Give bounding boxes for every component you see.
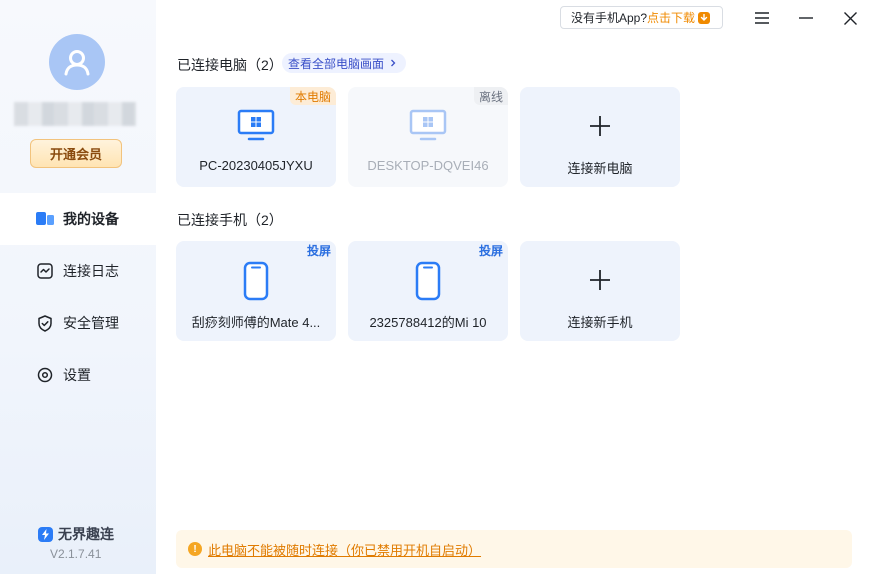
- add-phone-card[interactable]: 连接新手机: [520, 241, 680, 341]
- close-button[interactable]: [840, 8, 860, 28]
- menu-button[interactable]: [752, 8, 772, 28]
- offline-badge: 离线: [473, 87, 508, 105]
- phones-section-title: 已连接手机（2）: [177, 212, 283, 228]
- no-app-text: 没有手机App?: [571, 11, 648, 25]
- sidebar-item-label: 安全管理: [63, 315, 119, 331]
- phone-card[interactable]: 投屏 刮痧刻师傅的Mate 4...: [176, 241, 336, 341]
- monitor-icon: [237, 109, 275, 141]
- add-computer-card[interactable]: 连接新电脑: [520, 87, 680, 187]
- computer-card[interactable]: 本电脑 PC-20230405JYXU: [176, 87, 336, 187]
- download-app-link[interactable]: 没有手机App? 点击下载: [560, 6, 723, 29]
- close-icon: [843, 11, 857, 25]
- log-icon: [36, 262, 54, 280]
- plus-icon: [590, 270, 610, 290]
- phone-card[interactable]: 投屏 2325788412的Mi 10: [348, 241, 508, 341]
- phone-name: 2325788412的Mi 10: [369, 315, 487, 330]
- sidebar-nav: 我的设备 连接日志 安全管理 设置: [0, 193, 156, 401]
- sidebar-item-my-devices[interactable]: 我的设备: [0, 193, 156, 245]
- sidebar-item-label: 我的设备: [63, 211, 119, 227]
- sidebar-item-label: 连接日志: [63, 263, 119, 279]
- settings-icon: [36, 366, 54, 384]
- warning-icon: !: [188, 542, 202, 556]
- username-blurred: [14, 102, 136, 126]
- minimize-icon: [799, 17, 813, 19]
- cast-screen-button[interactable]: 投屏: [474, 241, 508, 259]
- menu-icon: [755, 12, 769, 24]
- chevron-right-icon: [391, 59, 396, 67]
- add-computer-label: 连接新电脑: [567, 161, 633, 176]
- computer-name: PC-20230405JYXU: [199, 158, 313, 173]
- computers-section-title: 已连接电脑（2）: [177, 57, 283, 73]
- vip-button[interactable]: 开通会员: [30, 139, 122, 168]
- avatar[interactable]: [49, 34, 105, 90]
- sidebar-item-label: 设置: [63, 367, 91, 383]
- plus-icon: [590, 116, 610, 136]
- download-text: 点击下载: [647, 11, 696, 25]
- sidebar-item-security[interactable]: 安全管理: [0, 297, 156, 349]
- brand-name: 无界趣连: [58, 526, 114, 542]
- computer-name: DESKTOP-DQVEI46: [367, 158, 489, 173]
- sidebar-item-connection-log[interactable]: 连接日志: [0, 245, 156, 297]
- add-phone-label: 连接新手机: [567, 315, 633, 330]
- user-icon: [64, 50, 90, 76]
- phone-name: 刮痧刻师傅的Mate 4...: [191, 315, 321, 330]
- download-icon: [698, 11, 711, 24]
- sidebar-item-settings[interactable]: 设置: [0, 349, 156, 401]
- autostart-warning: ! 此电脑不能被随时连接（你已禁用开机自启动）: [176, 530, 852, 568]
- version-label: V2.1.7.41: [50, 547, 102, 561]
- shield-icon: [36, 314, 54, 332]
- this-pc-badge: 本电脑: [289, 87, 336, 105]
- computer-card-offline[interactable]: 离线 DESKTOP-DQVEI46: [348, 87, 508, 187]
- monitor-icon: [409, 109, 447, 141]
- minimize-button[interactable]: [796, 8, 816, 28]
- autostart-warning-link[interactable]: 此电脑不能被随时连接（你已禁用开机自启动）: [208, 540, 481, 559]
- brand-logo-icon: [38, 526, 53, 542]
- cast-screen-button[interactable]: 投屏: [302, 241, 336, 259]
- brand: 无界趣连: [38, 524, 114, 544]
- phone-icon: [243, 261, 269, 301]
- phone-icon: [415, 261, 441, 301]
- view-all-computers-link[interactable]: 查看全部电脑画面: [282, 53, 407, 73]
- sidebar: 开通会员 我的设备 连接日志 安全管理 设置 无界趣连 V2.1.7.41: [0, 0, 156, 574]
- view-all-label: 查看全部电脑画面: [288, 56, 385, 71]
- devices-icon: [36, 210, 54, 228]
